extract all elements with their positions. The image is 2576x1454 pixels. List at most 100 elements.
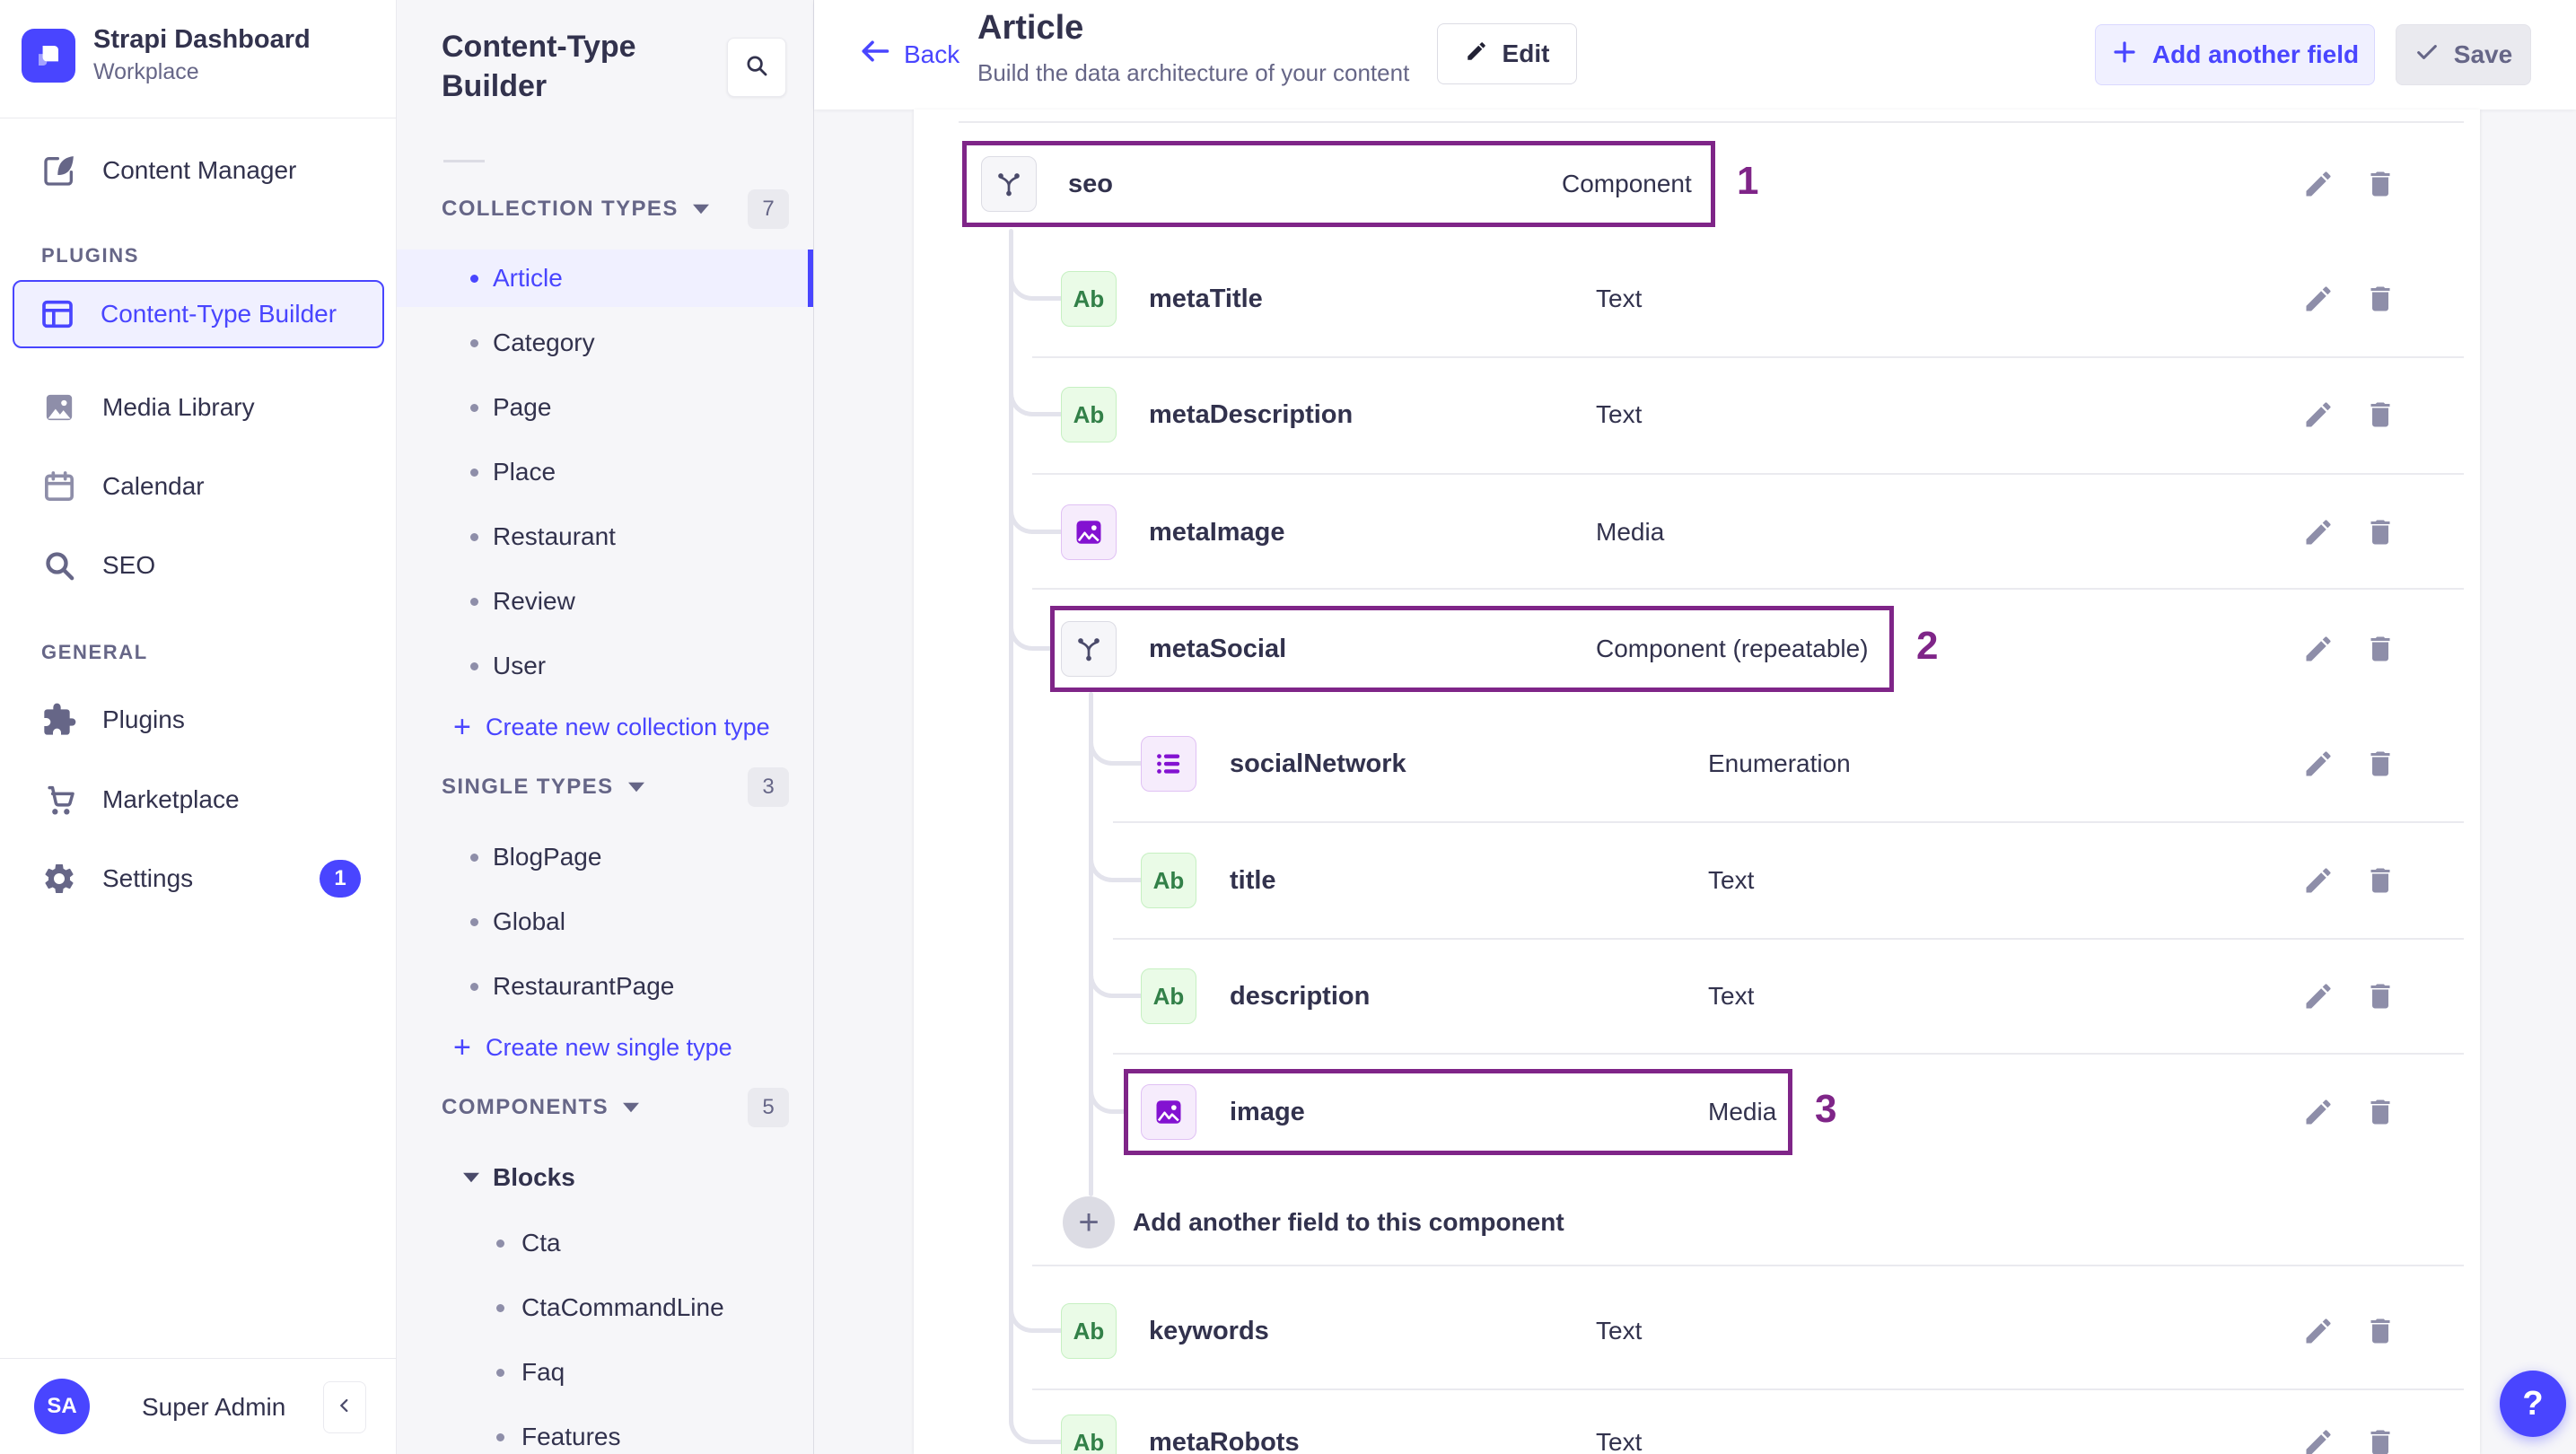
- edit-field-button[interactable]: [2302, 748, 2335, 780]
- nav-item-media-library[interactable]: Media Library: [0, 375, 397, 440]
- field-type: Component: [1562, 170, 1692, 197]
- field-type: Text: [1708, 982, 1755, 1010]
- nav-item-seo[interactable]: SEO: [0, 533, 397, 598]
- bullet-icon: [496, 1304, 504, 1312]
- sidebar-item-ctacommandline[interactable]: CtaCommandLine: [397, 1279, 813, 1336]
- search-button[interactable]: [727, 38, 786, 97]
- workspace-label: Workplace: [93, 59, 199, 84]
- plus-circle-button[interactable]: +: [1063, 1196, 1115, 1248]
- edit-field-button[interactable]: [2302, 864, 2335, 897]
- edit-field-button[interactable]: [2302, 399, 2335, 431]
- create-new-single-type-link[interactable]: + Create new single type: [397, 1020, 813, 1074]
- delete-field-button[interactable]: [2364, 1426, 2396, 1454]
- avatar: SA: [34, 1379, 90, 1434]
- sidebar-item-page[interactable]: Page: [397, 379, 813, 436]
- bullet-icon: [496, 1433, 504, 1441]
- component-group-blocks[interactable]: Blocks: [397, 1149, 813, 1206]
- sidebar-item-faq[interactable]: Faq: [397, 1344, 813, 1401]
- add-field-to-component-label: Add another field to this component: [1133, 1208, 1564, 1236]
- check-icon: [2414, 39, 2440, 71]
- sidebar-item-restaurantpage[interactable]: RestaurantPage: [397, 958, 813, 1015]
- delete-field-button[interactable]: [2364, 864, 2396, 897]
- sidebar-item-label: Place: [493, 458, 556, 486]
- edit-field-button[interactable]: [2302, 980, 2335, 1012]
- edit-field-button[interactable]: [2302, 168, 2335, 200]
- edit-field-button[interactable]: [2302, 633, 2335, 665]
- delete-field-button[interactable]: [2364, 399, 2396, 431]
- edit-button[interactable]: Edit: [1437, 23, 1577, 84]
- field-type: Text: [1596, 1428, 1643, 1454]
- nav-item-content-type-builder[interactable]: Content-Type Builder: [13, 280, 384, 348]
- bullet-icon: [470, 598, 478, 606]
- delete-field-button[interactable]: [2364, 516, 2396, 548]
- components-heading[interactable]: COMPONENTS: [442, 1088, 640, 1127]
- add-field-to-component-row[interactable]: + Add another field to this component: [914, 1194, 2480, 1251]
- nav-item-label: Marketplace: [102, 785, 240, 813]
- edit-field-button[interactable]: [2302, 1426, 2335, 1454]
- create-new-collection-type-link[interactable]: + Create new collection type: [397, 700, 813, 754]
- row-divider: [959, 121, 2464, 123]
- nav-item-content-manager[interactable]: Content Manager: [0, 138, 397, 203]
- save-button[interactable]: Save: [2396, 24, 2531, 85]
- delete-field-button[interactable]: [2364, 1096, 2396, 1128]
- field-row-seo[interactable]: seo Component: [914, 127, 2480, 241]
- delete-field-button[interactable]: [2364, 1315, 2396, 1347]
- field-row-metarobots[interactable]: Ab metaRobots Text: [914, 1385, 2480, 1454]
- sidebar-item-category[interactable]: Category: [397, 314, 813, 372]
- bullet-icon: [470, 339, 478, 347]
- sidebar-item-cta[interactable]: Cta: [397, 1214, 813, 1272]
- component-icon: [981, 156, 1037, 212]
- field-row-metatitle[interactable]: Ab metaTitle Text: [914, 241, 2480, 356]
- back-link[interactable]: Back: [859, 38, 959, 71]
- field-row-socialnetwork[interactable]: socialNetwork Enumeration: [914, 706, 2480, 821]
- field-row-metaimage[interactable]: metaImage Media: [914, 475, 2480, 590]
- brand: Strapi Dashboard Workplace: [0, 0, 397, 118]
- delete-field-button[interactable]: [2364, 283, 2396, 315]
- field-row-title[interactable]: Ab title Text: [914, 823, 2480, 938]
- collapse-sidebar-button[interactable]: [323, 1381, 366, 1433]
- nav-item-marketplace[interactable]: Marketplace: [0, 767, 397, 832]
- create-link-label: Create new single type: [486, 1033, 732, 1061]
- sidebar-item-article[interactable]: Article: [397, 250, 813, 307]
- edit-field-button[interactable]: [2302, 1315, 2335, 1347]
- collection-types-heading[interactable]: COLLECTION TYPES: [442, 189, 709, 229]
- add-field-label: Add another field: [2151, 40, 2360, 68]
- sidebar-item-blogpage[interactable]: BlogPage: [397, 828, 813, 886]
- section-heading-label: SINGLE TYPES: [442, 775, 614, 799]
- edit-field-button[interactable]: [2302, 283, 2335, 315]
- delete-field-button[interactable]: [2364, 748, 2396, 780]
- sidebar-item-review[interactable]: Review: [397, 573, 813, 630]
- sidebar-item-features[interactable]: Features: [397, 1408, 813, 1454]
- sidebar-item-restaurant[interactable]: Restaurant: [397, 508, 813, 565]
- nav-item-settings[interactable]: Settings 1: [0, 846, 397, 911]
- delete-field-button[interactable]: [2364, 168, 2396, 200]
- bullet-icon: [470, 275, 478, 283]
- field-row-image[interactable]: image Media: [914, 1055, 2480, 1169]
- nav-item-calendar[interactable]: Calendar: [0, 454, 397, 519]
- search-icon: [743, 52, 770, 83]
- delete-field-button[interactable]: [2364, 633, 2396, 665]
- field-row-metasocial[interactable]: metaSocial Component (repeatable): [914, 591, 2480, 706]
- edit-label: Edit: [1502, 39, 1550, 67]
- nav-item-plugins[interactable]: Plugins: [0, 688, 397, 752]
- edit-field-button[interactable]: [2302, 1096, 2335, 1128]
- field-row-description[interactable]: Ab description Text: [914, 939, 2480, 1054]
- field-row-keywords[interactable]: Ab keywords Text: [914, 1274, 2480, 1388]
- add-another-field-button[interactable]: Add another field: [2095, 24, 2375, 85]
- help-button[interactable]: ?: [2500, 1371, 2566, 1437]
- sidebar-item-global[interactable]: Global: [397, 893, 813, 950]
- sidebar-item-label: Article: [493, 264, 563, 292]
- bullet-icon: [496, 1369, 504, 1377]
- sidebar-item-user[interactable]: User: [397, 637, 813, 695]
- edit-field-button[interactable]: [2302, 516, 2335, 548]
- field-name: keywords: [1149, 1316, 1269, 1345]
- picture-icon: [41, 390, 77, 425]
- app: Strapi Dashboard Workplace Content Manag…: [0, 0, 2576, 1454]
- single-types-heading[interactable]: SINGLE TYPES: [442, 767, 644, 807]
- delete-field-button[interactable]: [2364, 980, 2396, 1012]
- bullet-icon: [496, 1239, 504, 1248]
- plugins-heading: PLUGINS: [41, 244, 139, 267]
- field-row-metadescription[interactable]: Ab metaDescription Text: [914, 357, 2480, 472]
- bullet-icon: [470, 533, 478, 541]
- sidebar-item-place[interactable]: Place: [397, 443, 813, 501]
